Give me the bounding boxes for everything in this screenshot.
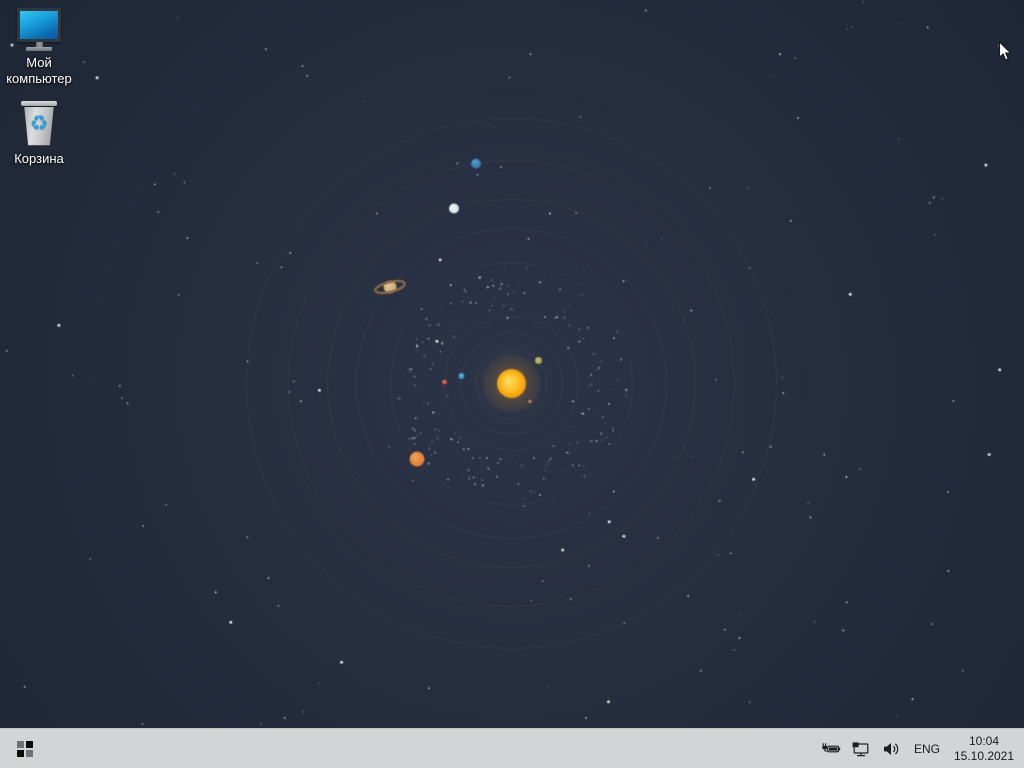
recycle-bin-icon: ♻ (19, 101, 59, 147)
desktop-icon-column: Мой компьютер ♻ Корзина (1, 8, 77, 167)
my-computer-label: Мой компьютер (6, 55, 72, 86)
start-button[interactable] (0, 729, 50, 768)
wallpaper-solar-system (0, 0, 1024, 728)
volume-icon[interactable] (881, 729, 901, 768)
start-menu-icon (17, 740, 33, 757)
system-tray: ENG 10:04 15.10.2021 (821, 729, 1024, 768)
monitor-screen (17, 8, 61, 42)
taskbar-clock[interactable]: 10:04 15.10.2021 (953, 734, 1015, 764)
clock-date: 15.10.2021 (953, 748, 1015, 763)
my-computer-icon (17, 8, 61, 51)
taskbar: ENG 10:04 15.10.2021 (0, 728, 1024, 768)
monitor-base (26, 47, 52, 51)
battery-icon[interactable] (821, 729, 841, 768)
bin-lid (21, 101, 57, 106)
desktop-icon-recycle-bin[interactable]: ♻ Корзина (1, 101, 77, 167)
clock-time: 10:04 (968, 733, 1000, 748)
desktop: Мой компьютер ♻ Корзина (0, 0, 1024, 728)
language-indicator[interactable]: ENG (911, 742, 943, 756)
recycle-symbol-icon: ♻ (29, 111, 49, 135)
recycle-bin-label: Корзина (14, 151, 64, 166)
network-icon[interactable] (851, 729, 871, 768)
desktop-icon-my-computer[interactable]: Мой компьютер (1, 8, 77, 87)
